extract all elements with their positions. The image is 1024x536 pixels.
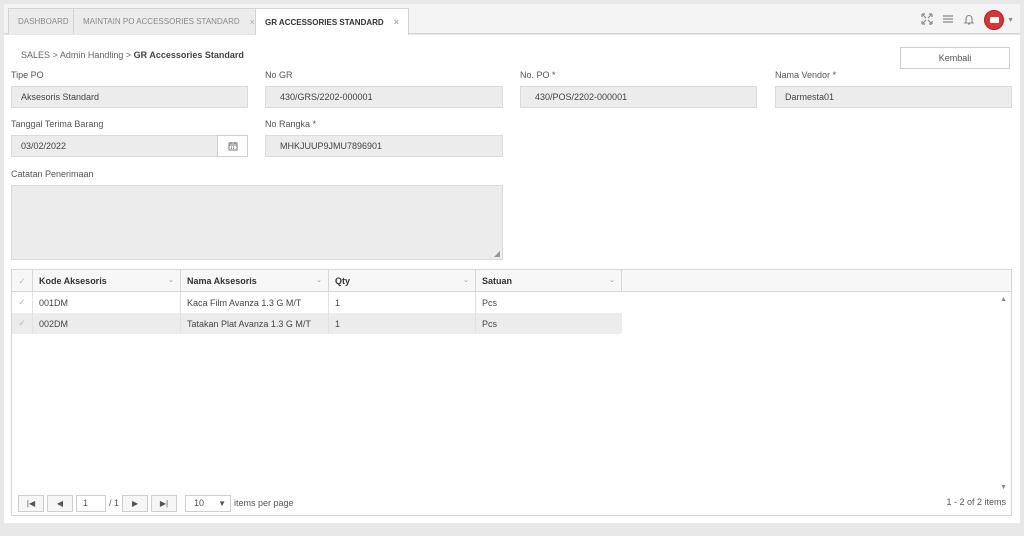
page-total: / 1: [109, 498, 120, 508]
accessories-grid: ✓ Kode Aksesoris ⌄ Nama Aksesoris ⌄ Qty ⌄ S…: [11, 269, 1012, 516]
pager: |◀ ◀ 1 / 1 ▶ ▶| 10 ▼ items per page: [18, 494, 294, 512]
expand-icon[interactable]: [921, 12, 933, 28]
table-row[interactable]: ✓ 001DM Kaca Film Avanza 1.3 G M/T 1 Pcs: [12, 292, 622, 313]
chevron-down-icon[interactable]: ⌄: [609, 276, 615, 284]
column-title: Nama Aksesoris: [187, 276, 257, 286]
main-panel: SALES > Admin Handling > GR Accessories …: [4, 35, 1020, 523]
items-per-page-label: items per page: [234, 498, 294, 508]
catatan-penerimaan-label: Catatan Penerimaan: [11, 169, 94, 179]
catatan-penerimaan-textarea[interactable]: ◢: [11, 185, 503, 260]
cell-qty: 1: [329, 292, 476, 313]
cell-kode: 001DM: [33, 292, 181, 313]
tab-gr-accessories-standard[interactable]: GR ACCESSORIES STANDARD ×: [255, 8, 409, 35]
row-checkbox[interactable]: ✓: [12, 292, 33, 313]
table-row[interactable]: ✓ 002DM Tatakan Plat Avanza 1.3 G M/T 1 …: [12, 313, 622, 334]
close-icon[interactable]: ×: [394, 17, 399, 27]
scroll-up-icon[interactable]: ▲: [1000, 296, 1007, 303]
chevron-down-icon[interactable]: ⌄: [463, 276, 469, 284]
tab-maintain-po-accessories[interactable]: MAINTAIN PO ACCESSORIES STANDARD ×: [73, 8, 265, 34]
column-header-nama[interactable]: Nama Aksesoris ⌄: [181, 270, 329, 292]
column-header-qty[interactable]: Qty ⌄: [329, 270, 476, 292]
pager-info: 1 - 2 of 2 items: [946, 497, 1006, 507]
prev-page-button[interactable]: ◀: [47, 494, 73, 512]
cell-nama: Kaca Film Avanza 1.3 G M/T: [181, 292, 329, 313]
cell-satuan: Pcs: [482, 297, 498, 308]
bell-icon[interactable]: [963, 13, 975, 28]
calendar-icon[interactable]: [217, 135, 248, 157]
no-gr-label: No GR: [265, 70, 293, 80]
breadcrumb-separator: >: [125, 50, 132, 60]
no-rangka-field[interactable]: MHKJUUP9JMU7896901: [265, 135, 503, 157]
menu-icon[interactable]: [942, 13, 954, 28]
tipe-po-field[interactable]: Aksesoris Standard: [11, 86, 248, 108]
breadcrumb-current: GR Accessories Standard: [133, 50, 244, 60]
no-rangka-label: No Rangka *: [265, 119, 317, 129]
tab-label: DASHBOARD: [18, 17, 69, 26]
breadcrumb-sales[interactable]: SALES: [21, 50, 50, 60]
avatar[interactable]: [984, 10, 1005, 30]
column-header-kode[interactable]: Kode Aksesoris ⌄: [33, 270, 181, 292]
scroll-down-icon[interactable]: ▼: [1000, 484, 1007, 491]
tanggal-terima-field[interactable]: 03/02/2022: [11, 135, 218, 157]
no-gr-field[interactable]: 430/GRS/2202-000001: [265, 86, 503, 108]
next-page-button[interactable]: ▶: [122, 494, 149, 512]
tab-bar: DASHBOARD MAINTAIN PO ACCESSORIES STANDA…: [4, 4, 1020, 35]
row-checkbox[interactable]: ✓: [12, 313, 33, 334]
tab-label: MAINTAIN PO ACCESSORIES STANDARD: [83, 17, 240, 26]
nama-vendor-field[interactable]: Darmesta01: [775, 86, 1012, 108]
cell-nama: Tatakan Plat Avanza 1.3 G M/T: [181, 313, 329, 334]
cell-satuan: Pcs: [482, 318, 498, 329]
select-all-checkbox[interactable]: ✓: [12, 270, 33, 292]
page-size-value: 10: [194, 498, 205, 508]
no-po-field[interactable]: 430/POS/2202-000001: [520, 86, 757, 108]
breadcrumb: SALES > Admin Handling > GR Accessories …: [21, 50, 244, 60]
kembali-button[interactable]: Kembali: [900, 47, 1010, 69]
nama-vendor-label: Nama Vendor *: [775, 70, 837, 80]
no-po-label: No. PO *: [520, 70, 556, 80]
column-title: Kode Aksesoris: [39, 276, 107, 286]
header-icons: ▼: [921, 10, 1014, 30]
breadcrumb-admin-handling[interactable]: Admin Handling: [60, 50, 124, 60]
chevron-down-icon[interactable]: ▼: [1007, 17, 1014, 24]
grid-header: ✓ Kode Aksesoris ⌄ Nama Aksesoris ⌄ Qty ⌄ S…: [12, 270, 1011, 292]
chevron-down-icon: ▼: [218, 498, 227, 508]
column-title: Qty: [335, 276, 351, 286]
tipe-po-label: Tipe PO: [11, 70, 44, 80]
first-page-button[interactable]: |◀: [18, 494, 44, 512]
cell-qty: 1: [329, 313, 476, 334]
resize-handle-icon[interactable]: ◢: [494, 249, 500, 258]
breadcrumb-separator: >: [52, 50, 58, 60]
column-title: Satuan: [482, 276, 513, 286]
chevron-down-icon[interactable]: ⌄: [168, 276, 174, 284]
tanggal-terima-label: Tanggal Terima Barang: [11, 119, 104, 129]
cell-kode: 002DM: [33, 313, 181, 334]
page-input[interactable]: 1: [76, 494, 106, 512]
last-page-button[interactable]: ▶|: [151, 494, 178, 512]
column-header-satuan[interactable]: Satuan ⌄: [476, 270, 622, 292]
page-size-select[interactable]: 10 ▼: [185, 494, 232, 512]
tab-label: GR ACCESSORIES STANDARD: [265, 17, 384, 27]
chevron-down-icon[interactable]: ⌄: [316, 276, 322, 284]
tab-dashboard[interactable]: DASHBOARD: [8, 8, 79, 34]
